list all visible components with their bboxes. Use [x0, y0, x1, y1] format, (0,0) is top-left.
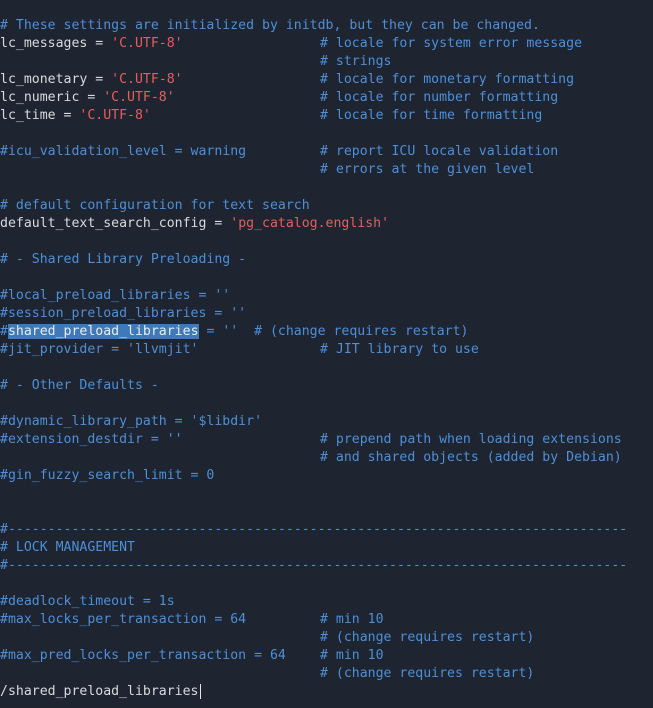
config-line: #shared_preload_libraries = '' # (change…: [0, 323, 653, 341]
config-line: #icu_validation_level = warning # report …: [0, 143, 653, 161]
commented-setting: #jit_provider = 'llvmjit': [0, 342, 199, 357]
config-line: #extension_destdir = '' # prepend path wh…: [0, 431, 653, 449]
inline-comment: # strings: [320, 54, 392, 69]
inline-comment: # locale for number formatting: [320, 90, 559, 105]
inline-comment: # report ICU locale validation: [320, 144, 559, 159]
config-line: # and shared objects (added by Debian): [0, 449, 653, 467]
comment-text: # default configuration for text search: [0, 198, 310, 213]
inline-comment: # and shared objects (added by Debian): [320, 450, 622, 465]
search-prompt[interactable]: /shared_preload_libraries: [0, 684, 199, 699]
commented-setting: #icu_validation_level = warning: [0, 144, 247, 159]
config-line: #max_pred_locks_per_transaction = 64 # mi…: [0, 647, 653, 665]
config-line: #session_preload_libraries = '': [0, 305, 653, 323]
comment-text: # - Shared Library Preloading -: [0, 252, 247, 267]
setting-value: 'C.UTF-8': [79, 108, 151, 123]
section-heading: # LOCK MANAGEMENT: [0, 539, 653, 557]
setting-key: lc_time =: [0, 108, 80, 123]
commented-setting: #deadlock_timeout = 1s: [0, 594, 175, 609]
config-line: #gin_fuzzy_search_limit = 0: [0, 467, 653, 485]
inline-comment: # min 10: [320, 648, 384, 663]
divider-line: #---------------------------------------…: [0, 557, 653, 575]
section-heading: # - Other Defaults -: [0, 377, 653, 395]
config-line: lc_time = 'C.UTF-8' # locale for time for…: [0, 107, 653, 125]
comment-divider: #---------------------------------------…: [0, 558, 628, 573]
config-line: lc_numeric = 'C.UTF-8' # locale for numbe…: [0, 89, 653, 107]
config-line: # These settings are initialized by init…: [0, 17, 653, 35]
divider-line: #---------------------------------------…: [0, 521, 653, 539]
config-line: #max_locks_per_transaction = 64 # min 10: [0, 611, 653, 629]
commented-setting: #extension_destdir = '': [0, 432, 183, 447]
config-line: #local_preload_libraries = '': [0, 287, 653, 305]
inline-comment: # locale for system error message: [320, 36, 583, 51]
commented-setting: = '': [198, 324, 239, 339]
inline-comment: # errors at the given level: [320, 162, 535, 177]
config-line: lc_monetary = 'C.UTF-8' # locale for mone…: [0, 71, 653, 89]
inline-comment: # locale for monetary formatting: [320, 72, 575, 87]
search-command-line[interactable]: /shared_preload_libraries: [0, 683, 653, 701]
config-line: default_text_search_config = 'pg_catalog…: [0, 215, 653, 233]
setting-key: lc_monetary =: [0, 72, 112, 87]
setting-key: lc_numeric =: [0, 90, 104, 105]
comment-hash: #: [0, 324, 8, 339]
inline-comment: # JIT library to use: [320, 342, 479, 357]
inline-comment: # min 10: [320, 612, 384, 627]
commented-setting: #max_locks_per_transaction = 64: [0, 612, 247, 627]
section-heading: # - Shared Library Preloading -: [0, 251, 653, 269]
comment-text: # These settings are initialized by init…: [0, 18, 540, 33]
inline-comment: # (change requires restart): [320, 666, 535, 681]
config-line: # (change requires restart): [0, 665, 653, 683]
setting-key: default_text_search_config =: [0, 216, 231, 231]
comment-text: # LOCK MANAGEMENT: [0, 540, 135, 555]
comment-text: # - Other Defaults -: [0, 378, 159, 393]
setting-value: 'C.UTF-8': [103, 90, 175, 105]
inline-comment: # prepend path when loading extensions: [320, 432, 622, 447]
config-line: # default configuration for text search: [0, 197, 653, 215]
commented-setting: #local_preload_libraries = '': [0, 288, 231, 303]
config-line: #deadlock_timeout = 1s: [0, 593, 653, 611]
text-cursor: [199, 683, 201, 699]
setting-key: lc_messages =: [0, 36, 112, 51]
commented-setting: #gin_fuzzy_search_limit = 0: [0, 468, 215, 483]
comment-divider: #---------------------------------------…: [0, 522, 628, 537]
setting-value: 'pg_catalog.english': [230, 216, 390, 231]
config-line: # errors at the given level: [0, 161, 653, 179]
setting-value: 'C.UTF-8': [111, 36, 183, 51]
search-match-highlight: shared_preload_libraries: [7, 324, 199, 339]
config-line: # (change requires restart): [0, 629, 653, 647]
commented-setting: #max_pred_locks_per_transaction = 64: [0, 648, 286, 663]
inline-comment: # (change requires restart): [238, 324, 469, 339]
config-line: #dynamic_library_path = '$libdir': [0, 413, 653, 431]
setting-value: 'C.UTF-8': [111, 72, 183, 87]
config-line: lc_messages = 'C.UTF-8' # locale for syst…: [0, 35, 653, 53]
terminal-window[interactable]: # These settings are initialized by init…: [0, 0, 653, 708]
commented-setting: #dynamic_library_path = '$libdir': [0, 414, 263, 429]
config-line: # strings: [0, 53, 653, 71]
inline-comment: # locale for time formatting: [320, 108, 543, 123]
commented-setting: #session_preload_libraries = '': [0, 306, 247, 321]
config-line: #jit_provider = 'llvmjit' # JIT library t…: [0, 341, 653, 359]
inline-comment: # (change requires restart): [320, 630, 535, 645]
